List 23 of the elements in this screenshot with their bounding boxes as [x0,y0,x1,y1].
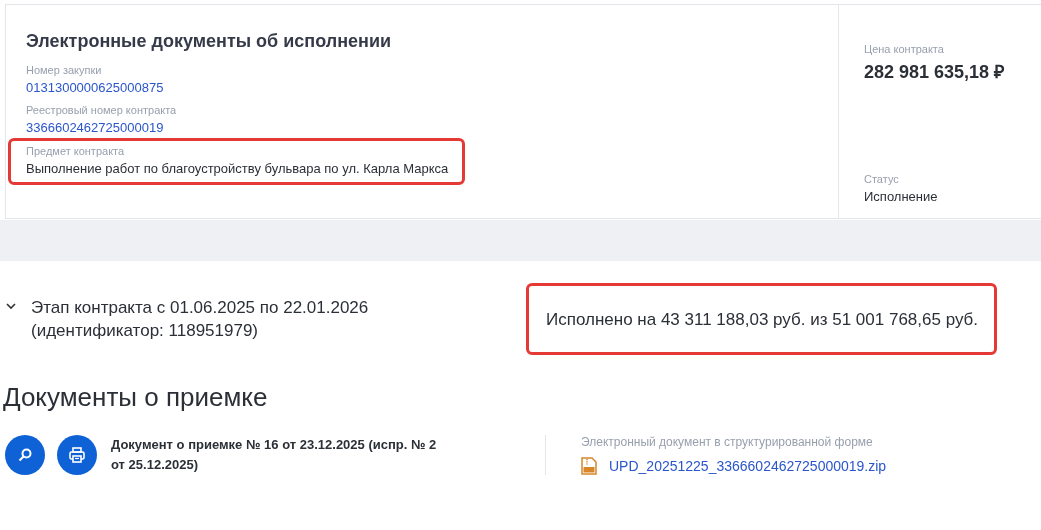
field-link[interactable]: 3366602462725000019 [26,120,177,135]
field-link[interactable]: 0131300000625000875 [26,80,164,95]
print-icon [68,446,86,464]
field-label: Номер закупки [26,64,103,76]
field-label: Цена контракта [864,43,945,55]
zip-file-icon [581,457,597,475]
field-value: Выполнение работ по благоустройству бульвара по ул. Карла Маркса [26,161,449,176]
price-value: 282 981 635,18 ₽ [864,61,1006,83]
search-button[interactable] [5,435,45,475]
print-button[interactable] [57,435,97,475]
file-label: Электронный документ в структурированной форме [581,435,874,449]
search-icon [17,447,33,463]
status-value: Исполнение [864,189,939,204]
stage-title: Этап контракта с 01.06.2025 по 22.01.2026 (идентификатор: 118951979) [31,296,370,342]
chevron-down-icon[interactable] [6,302,16,310]
page-title: Электронные документы об исполнении [26,31,393,52]
field-label: Статус [864,173,900,185]
field-label: Реестровый номер контракта [26,104,177,116]
file-link[interactable]: UPD_20251225_3366602462725000019.zip [609,458,887,474]
field-label: Предмет контракта [26,145,126,157]
execution-summary: Исполнено на 43 311 188,03 руб. из 51 001 768,65 руб. [526,282,998,355]
document-title: Документ о приемке № 16 от 23.12.2025 (испр. № 2 от 25.12.2025) [111,436,438,474]
section-heading: Документы о приемке [3,382,269,413]
